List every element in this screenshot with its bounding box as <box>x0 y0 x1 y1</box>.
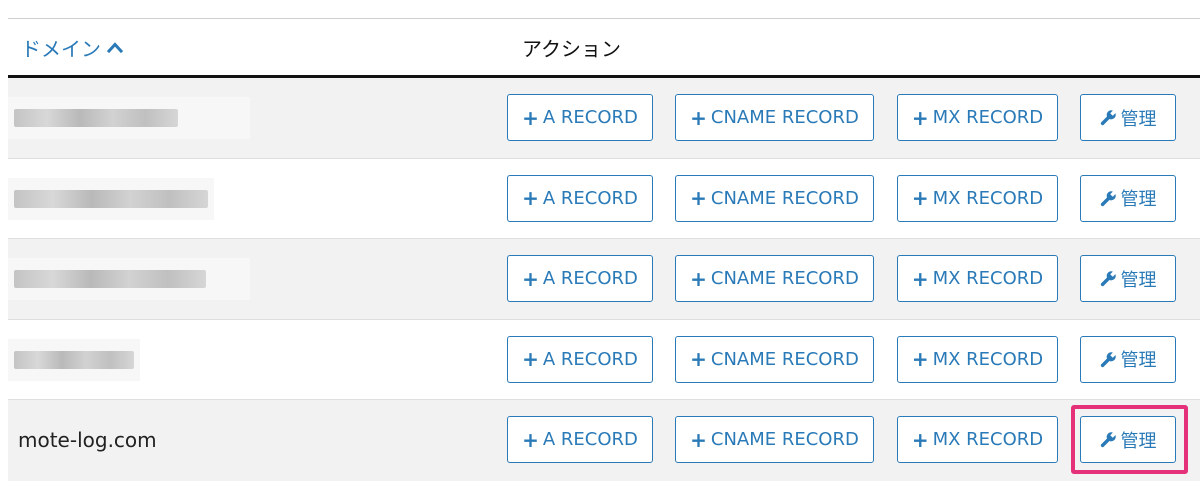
add-a-record-button[interactable]: + A RECORD <box>507 255 653 302</box>
button-label: 管理 <box>1120 269 1157 291</box>
plus-icon: + <box>522 266 539 291</box>
add-mx-record-button[interactable]: + MX RECORD <box>897 335 1058 383</box>
add-cname-record-button[interactable]: + CNAME RECORD <box>675 174 874 222</box>
redacted-domain <box>8 97 250 139</box>
button-label: 管理 <box>1120 430 1157 452</box>
button-label: MX RECORD <box>932 107 1044 128</box>
plus-icon: + <box>911 105 929 130</box>
table-row: + A RECORD + CNAME RECORD + MX RECORD 管理 <box>8 158 1200 239</box>
plus-icon: + <box>522 347 539 371</box>
button-label: CNAME RECORD <box>710 268 859 289</box>
plus-icon: + <box>522 427 539 452</box>
button-label: CNAME RECORD <box>710 107 859 128</box>
plus-icon: + <box>690 105 707 130</box>
table-row: + A RECORD + CNAME RECORD + MX RECORD 管理 <box>8 78 1200 159</box>
redacted-domain <box>8 338 140 381</box>
domain-header-label: ドメイン <box>21 37 101 61</box>
domain-column-header[interactable]: ドメイン <box>21 33 123 62</box>
button-label: A RECORD <box>542 348 638 370</box>
button-label: CNAME RECORD <box>710 187 859 209</box>
add-a-record-button[interactable]: + A RECORD <box>507 416 653 463</box>
chevron-up-icon <box>107 41 123 53</box>
plus-icon: + <box>522 186 539 210</box>
manage-button[interactable]: 管理 <box>1080 416 1176 463</box>
add-mx-record-button[interactable]: + MX RECORD <box>897 416 1058 463</box>
table-row: + A RECORD + CNAME RECORD + MX RECORD 管理 <box>8 319 1200 400</box>
table-header: ドメイン アクション <box>8 19 1200 76</box>
redacted-domain <box>8 177 214 220</box>
table-row: + A RECORD + CNAME RECORD + MX RECORD 管理 <box>8 239 1200 320</box>
table-row: mote-log.com + A RECORD + CNAME RECORD +… <box>8 400 1200 481</box>
add-cname-record-button[interactable]: + CNAME RECORD <box>675 94 874 141</box>
button-label: 管理 <box>1120 108 1157 130</box>
add-a-record-button[interactable]: + A RECORD <box>507 94 653 141</box>
plus-icon: + <box>690 427 707 452</box>
wrench-icon <box>1100 351 1116 367</box>
wrench-icon <box>1100 432 1116 448</box>
button-label: A RECORD <box>542 429 638 450</box>
add-mx-record-button[interactable]: + MX RECORD <box>897 255 1058 302</box>
add-mx-record-button[interactable]: + MX RECORD <box>897 94 1058 141</box>
add-cname-record-button[interactable]: + CNAME RECORD <box>675 335 874 383</box>
add-a-record-button[interactable]: + A RECORD <box>507 174 653 222</box>
button-label: CNAME RECORD <box>710 348 859 370</box>
plus-icon: + <box>911 266 929 291</box>
add-cname-record-button[interactable]: + CNAME RECORD <box>675 255 874 302</box>
button-label: MX RECORD <box>932 268 1044 289</box>
domain-name: mote-log.com <box>18 428 157 452</box>
domain-table-body: + A RECORD + CNAME RECORD + MX RECORD 管理… <box>8 78 1200 481</box>
manage-button[interactable]: 管理 <box>1080 335 1176 383</box>
wrench-icon <box>1100 190 1116 206</box>
add-mx-record-button[interactable]: + MX RECORD <box>897 174 1058 222</box>
button-label: MX RECORD <box>932 429 1044 450</box>
plus-icon: + <box>911 347 929 371</box>
redacted-domain <box>8 258 250 300</box>
plus-icon: + <box>911 427 929 452</box>
plus-icon: + <box>690 266 707 291</box>
button-label: A RECORD <box>542 268 638 289</box>
manage-button[interactable]: 管理 <box>1080 174 1176 222</box>
button-label: A RECORD <box>542 107 638 128</box>
button-label: MX RECORD <box>932 348 1044 370</box>
plus-icon: + <box>690 347 707 371</box>
action-column-header: アクション <box>522 37 621 61</box>
wrench-icon <box>1100 110 1116 126</box>
button-label: 管理 <box>1120 350 1157 371</box>
plus-icon: + <box>690 186 707 210</box>
button-label: 管理 <box>1120 189 1157 210</box>
button-label: CNAME RECORD <box>710 429 859 450</box>
manage-button[interactable]: 管理 <box>1080 255 1176 302</box>
button-label: MX RECORD <box>932 187 1044 209</box>
button-label: A RECORD <box>542 187 638 209</box>
add-cname-record-button[interactable]: + CNAME RECORD <box>675 416 874 463</box>
plus-icon: + <box>911 186 929 210</box>
manage-button[interactable]: 管理 <box>1080 94 1176 141</box>
wrench-icon <box>1100 271 1116 287</box>
add-a-record-button[interactable]: + A RECORD <box>507 335 653 383</box>
plus-icon: + <box>522 105 539 130</box>
